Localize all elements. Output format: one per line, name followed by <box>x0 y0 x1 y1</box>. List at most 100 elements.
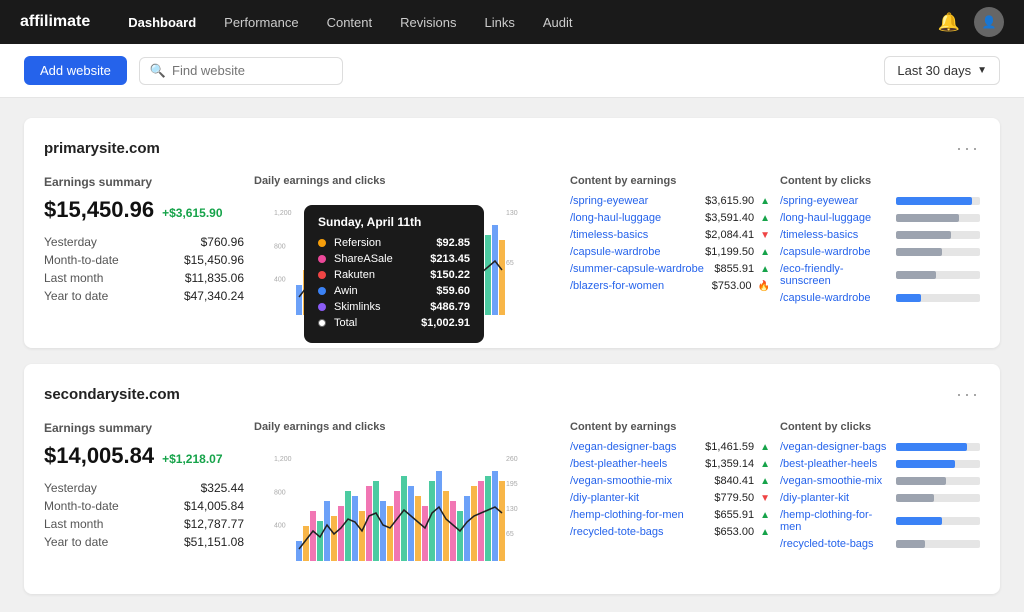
click-path[interactable]: /recycled-tote-bags <box>780 538 890 550</box>
content-earnings-row: /diy-planter-kit $779.50 ▼ <box>570 492 770 504</box>
trend-icon: 🔥 <box>758 281 770 292</box>
earnings-row-value: $47,340.24 <box>184 289 244 303</box>
tooltip-dot <box>318 303 326 311</box>
svg-text:130: 130 <box>506 210 518 217</box>
earnings-amount: $14,005.84 <box>44 443 154 469</box>
earnings-row-value: $12,787.77 <box>184 517 244 531</box>
click-path[interactable]: /vegan-designer-bags <box>780 441 890 453</box>
content-amount: $1,359.14 <box>705 458 754 470</box>
tooltip-name: Rakuten <box>334 269 422 281</box>
svg-text:800: 800 <box>274 243 286 250</box>
tooltip-name: Refersion <box>334 237 428 249</box>
earnings-summary-1: Earnings summary $14,005.84 +$1,218.07 Y… <box>44 421 244 574</box>
content-amount: $653.00 <box>714 526 754 538</box>
tooltip-row: Total $1,002.91 <box>318 317 470 329</box>
click-path[interactable]: /capsule-wardrobe <box>780 292 890 304</box>
click-bar <box>896 443 967 451</box>
nav-logo: affilimate <box>20 13 90 31</box>
click-path[interactable]: /diy-planter-kit <box>780 492 890 504</box>
click-bar-wrap <box>896 517 980 525</box>
content-path[interactable]: /best-pleather-heels <box>570 458 699 470</box>
site-card-0: primarysite.com ··· Earnings summary $15… <box>24 118 1000 348</box>
trend-icon: ▲ <box>760 527 770 538</box>
content-earnings-row: /long-haul-luggage $3,591.40 ▲ <box>570 212 770 224</box>
tooltip-name: Total <box>334 317 413 329</box>
nav-link-revisions[interactable]: Revisions <box>400 15 456 30</box>
content-path[interactable]: /blazers-for-women <box>570 280 706 292</box>
content-path[interactable]: /long-haul-luggage <box>570 212 699 224</box>
content-path[interactable]: /summer-capsule-wardrobe <box>570 263 708 275</box>
add-website-button[interactable]: Add website <box>24 56 127 85</box>
click-row: /diy-planter-kit <box>780 492 980 504</box>
tooltip-dot <box>318 255 326 263</box>
content-path[interactable]: /capsule-wardrobe <box>570 246 699 258</box>
click-path[interactable]: /eco-friendly-sunscreen <box>780 263 890 287</box>
content-path[interactable]: /diy-planter-kit <box>570 492 708 504</box>
bell-icon[interactable]: 🔔 <box>938 12 960 33</box>
search-input[interactable] <box>172 63 332 78</box>
earnings-row-value: $51,151.08 <box>184 535 244 549</box>
click-bar-wrap <box>896 214 980 222</box>
main-content: primarysite.com ··· Earnings summary $15… <box>0 98 1024 612</box>
content-path[interactable]: /vegan-designer-bags <box>570 441 699 453</box>
tooltip-name: Awin <box>334 285 428 297</box>
earnings-main: $14,005.84 +$1,218.07 <box>44 443 244 469</box>
click-bar-wrap <box>896 248 980 256</box>
nav-link-links[interactable]: Links <box>484 15 514 30</box>
nav-right: 🔔 👤 <box>938 7 1004 37</box>
date-filter[interactable]: Last 30 days ▼ <box>884 56 1000 85</box>
trend-icon: ▼ <box>760 230 770 241</box>
content-earnings-row: /recycled-tote-bags $653.00 ▲ <box>570 526 770 538</box>
chart-label: Daily earnings and clicks <box>254 421 560 433</box>
click-path[interactable]: /best-pleather-heels <box>780 458 890 470</box>
tooltip-row: Skimlinks $486.79 <box>318 301 470 313</box>
card-menu-0[interactable]: ··· <box>956 138 980 159</box>
content-earnings-label: Content by earnings <box>570 175 770 187</box>
earnings-row: Yesterday $760.96 <box>44 235 244 249</box>
click-row: /vegan-smoothie-mix <box>780 475 980 487</box>
nav-link-dashboard[interactable]: Dashboard <box>128 15 196 30</box>
content-earnings-row: /timeless-basics $2,084.41 ▼ <box>570 229 770 241</box>
site-name-1: secondarysite.com <box>44 386 180 403</box>
click-bar <box>896 540 925 548</box>
content-path[interactable]: /hemp-clothing-for-men <box>570 509 708 521</box>
avatar[interactable]: 👤 <box>974 7 1004 37</box>
nav-link-content[interactable]: Content <box>327 15 373 30</box>
nav-link-audit[interactable]: Audit <box>543 15 573 30</box>
earnings-delta: +$1,218.07 <box>162 452 222 466</box>
click-path[interactable]: /hemp-clothing-for-men <box>780 509 890 533</box>
click-path[interactable]: /long-haul-luggage <box>780 212 890 224</box>
content-amount: $2,084.41 <box>705 229 754 241</box>
card-menu-1[interactable]: ··· <box>956 384 980 405</box>
click-path[interactable]: /capsule-wardrobe <box>780 246 890 258</box>
svg-text:400: 400 <box>274 277 286 284</box>
content-path[interactable]: /timeless-basics <box>570 229 699 241</box>
content-path[interactable]: /recycled-tote-bags <box>570 526 708 538</box>
earnings-row-label: Month-to-date <box>44 499 119 513</box>
nav-link-performance[interactable]: Performance <box>224 15 298 30</box>
chart-area-0: Daily earnings and clicks 1,200800400 13… <box>254 175 560 328</box>
click-path[interactable]: /timeless-basics <box>780 229 890 241</box>
earnings-row-value: $11,835.06 <box>185 271 244 285</box>
tooltip-value: $1,002.91 <box>421 317 470 329</box>
tooltip-value: $150.22 <box>430 269 470 281</box>
click-path[interactable]: /spring-eyewear <box>780 195 890 207</box>
content-path[interactable]: /spring-eyewear <box>570 195 699 207</box>
click-bar <box>896 294 921 302</box>
trend-icon: ▼ <box>760 493 770 504</box>
content-path[interactable]: /vegan-smoothie-mix <box>570 475 708 487</box>
chart-svg-wrap: 1,200800400 13065 Sunday, April 11th Ref… <box>254 195 560 328</box>
trend-icon: ▲ <box>760 510 770 521</box>
tooltip-dot <box>318 319 326 327</box>
earnings-row: Last month $11,835.06 <box>44 271 244 285</box>
trend-icon: ▲ <box>760 196 770 207</box>
earnings-row: Last month $12,787.77 <box>44 517 244 531</box>
click-path[interactable]: /vegan-smoothie-mix <box>780 475 890 487</box>
content-clicks-table-1: Content by clicks /vegan-designer-bags /… <box>780 421 980 574</box>
click-row: /capsule-wardrobe <box>780 292 980 304</box>
earnings-row-label: Yesterday <box>44 235 97 249</box>
earnings-row: Year to date $51,151.08 <box>44 535 244 549</box>
content-earnings-row: /vegan-smoothie-mix $840.41 ▲ <box>570 475 770 487</box>
date-filter-label: Last 30 days <box>897 63 971 78</box>
tooltip-name: Skimlinks <box>334 301 422 313</box>
